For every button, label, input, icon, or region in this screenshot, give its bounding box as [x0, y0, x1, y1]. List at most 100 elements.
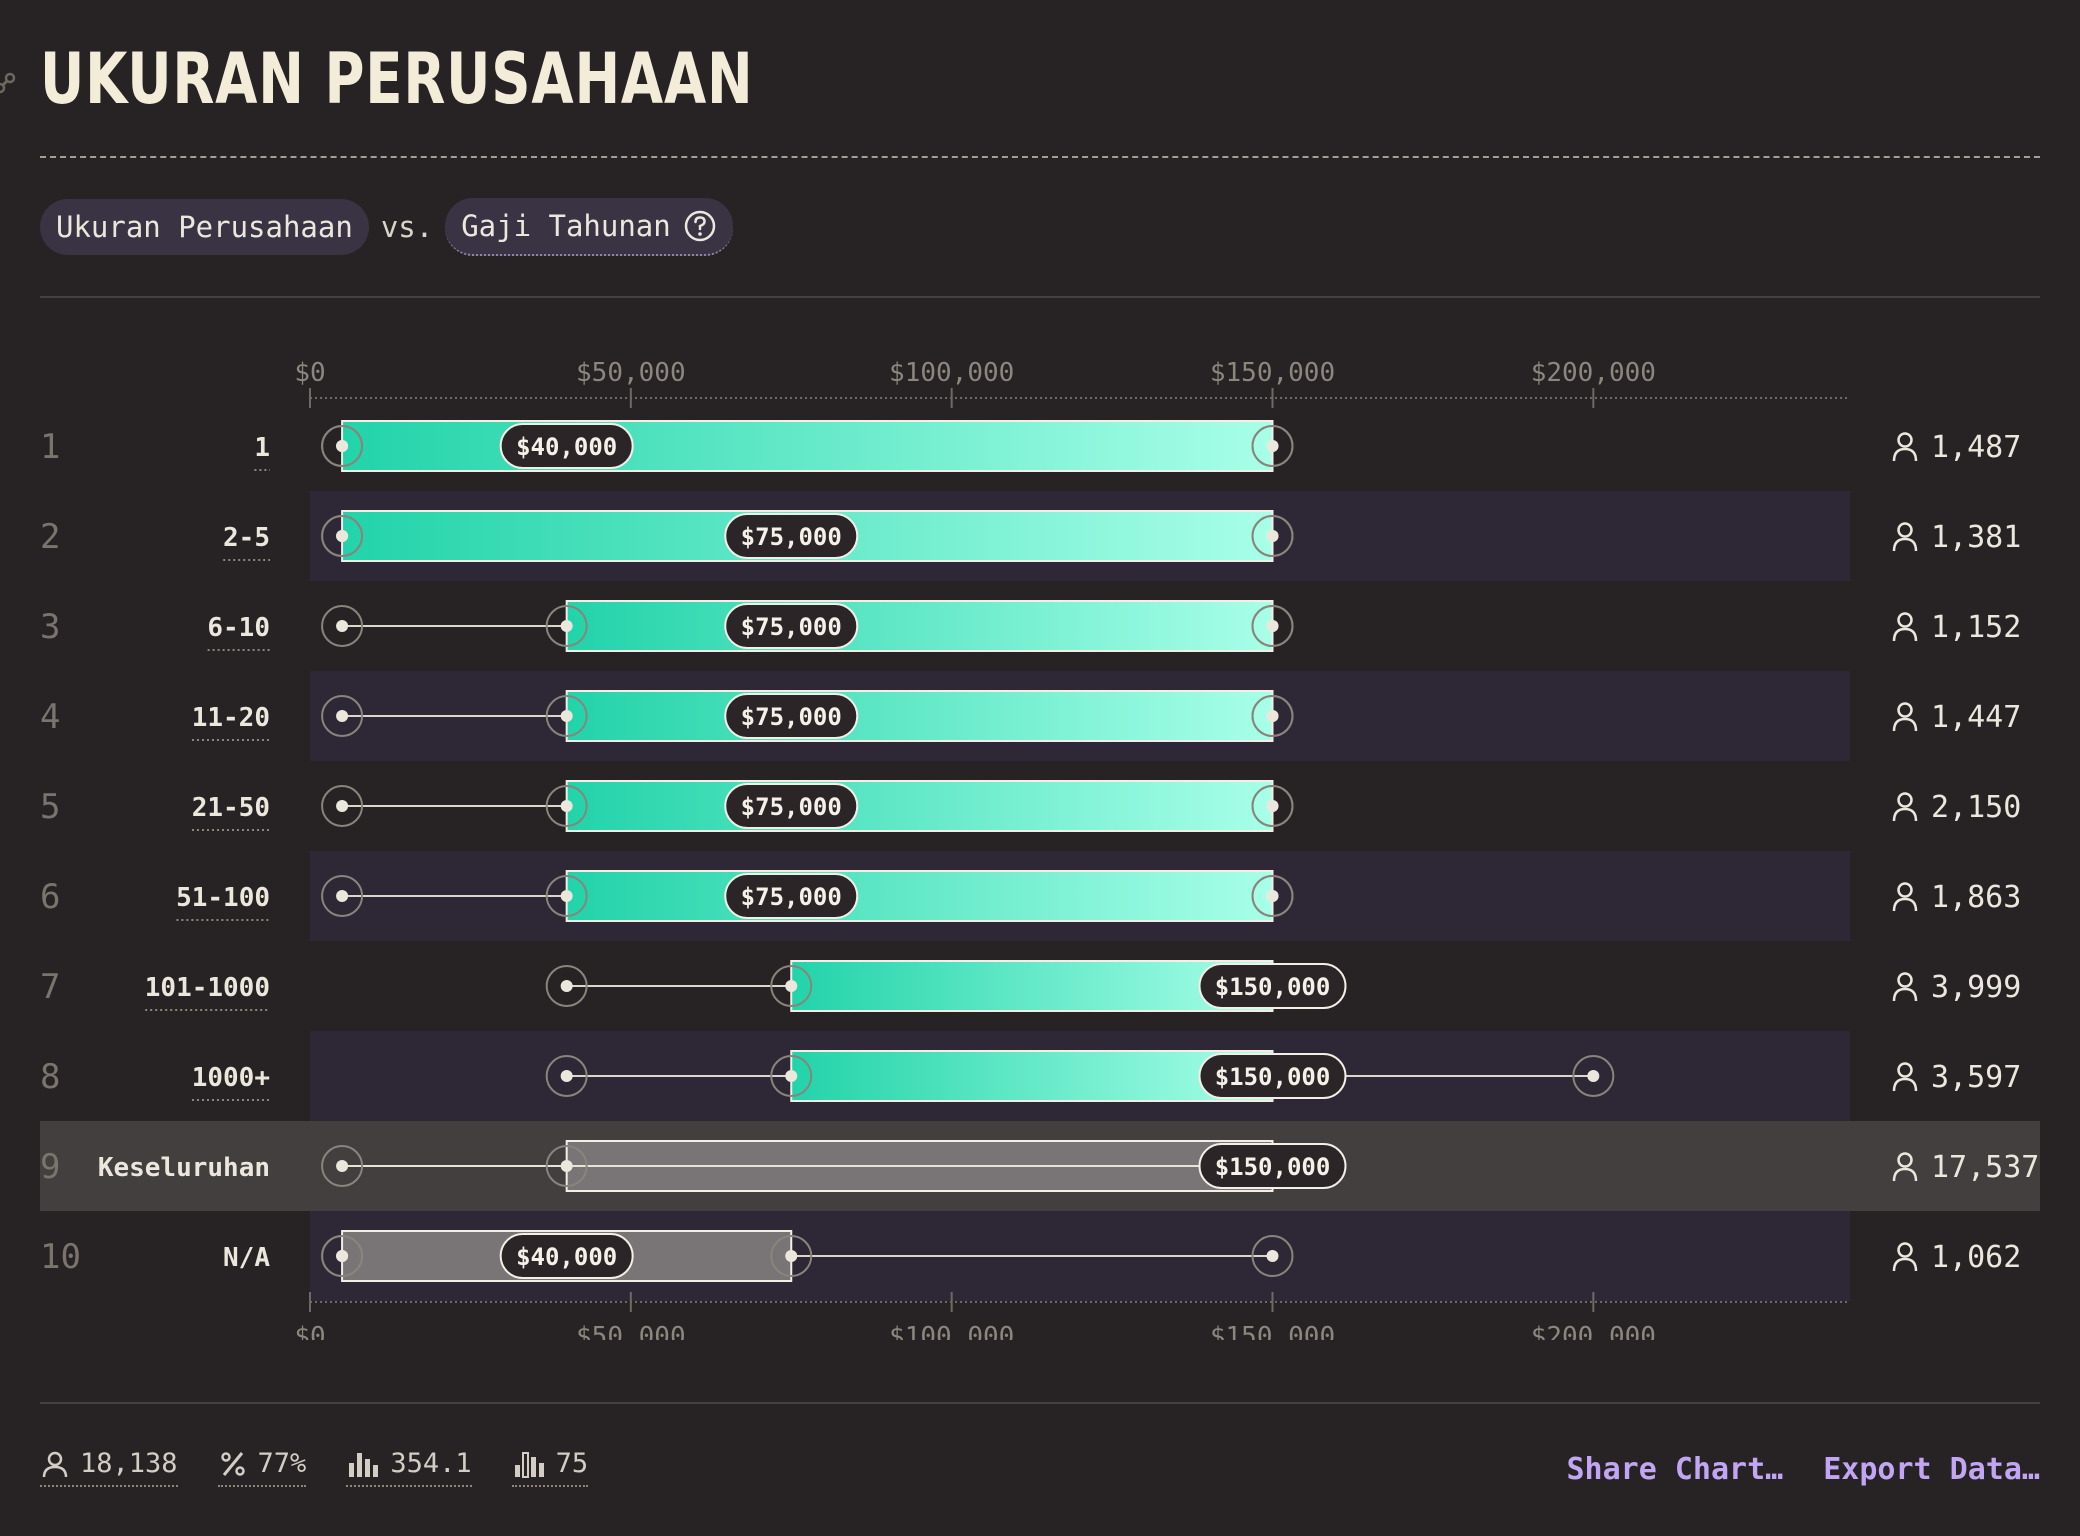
row-label: Keseluruhan: [98, 1153, 270, 1183]
quartile-dot: [336, 440, 349, 452]
chart-row-7: 7 101-1000 $150,000 3,999: [40, 960, 2021, 1012]
person-icon-body: [1892, 717, 1918, 732]
mean-value: 354.1: [390, 1448, 472, 1479]
person-icon-head: [1897, 1242, 1913, 1258]
row-rank: 5: [40, 787, 60, 827]
chart-controls: Ukuran Perusahaan vs. Gaji Tahunan: [40, 198, 733, 256]
respondents-stat[interactable]: 18,138: [40, 1448, 178, 1487]
row-label: 11-20: [192, 703, 270, 733]
person-icon-body: [1892, 987, 1918, 1002]
row-label: 1: [254, 433, 270, 463]
person-icon-head: [1897, 522, 1913, 538]
quartile-dot: [1266, 800, 1279, 812]
person-icon: [1892, 702, 1918, 732]
bar-chart-icon: [349, 1452, 379, 1477]
row-count: 1,381: [1931, 520, 2021, 555]
help-icon[interactable]: [683, 209, 717, 243]
row-label: 21-50: [192, 793, 270, 823]
chart-row-1: 1 1 $40,000 1,487: [40, 420, 2021, 472]
median-label: $150,000: [1215, 973, 1331, 1001]
median-label: $75,000: [741, 793, 842, 821]
metric-pill-label: Gaji Tahunan: [461, 209, 671, 243]
row-count: 1,062: [1931, 1240, 2021, 1275]
quartile-dot: [1266, 530, 1279, 542]
mean-stat[interactable]: 354.1: [346, 1448, 472, 1487]
person-icon-head: [1897, 702, 1913, 718]
person-icon-body: [1892, 447, 1918, 462]
median-label: $75,000: [741, 703, 842, 731]
person-icon-body: [1892, 1257, 1918, 1272]
vs-label: vs.: [380, 210, 434, 244]
median-stat[interactable]: 75: [511, 1448, 589, 1487]
share-chart-button[interactable]: Share Chart…: [1567, 1452, 1784, 1487]
person-icon-head: [1897, 972, 1913, 988]
iqr-box: [565, 600, 1274, 652]
median-label: $75,000: [741, 883, 842, 911]
quartile-dot: [336, 890, 349, 902]
quartile-dot: [785, 1250, 798, 1262]
controls-divider: [40, 296, 2040, 298]
quartile-dot: [1266, 620, 1279, 632]
row-label: N/A: [223, 1243, 270, 1273]
person-icon-head: [1897, 792, 1913, 808]
percent-icon: [220, 1451, 245, 1476]
quartile-dot: [336, 710, 349, 722]
row-label: 51-100: [176, 883, 270, 913]
export-data-button[interactable]: Export Data…: [1823, 1452, 2040, 1487]
person-icon: [1892, 972, 1918, 1002]
person-icon-body: [1892, 897, 1918, 912]
iqr-box: [565, 870, 1274, 922]
row-rank: 4: [40, 697, 60, 737]
top-tick-label: $0: [294, 358, 325, 388]
quartile-dot: [560, 620, 573, 632]
person-icon: [1892, 1062, 1918, 1092]
row-count: 3,999: [1931, 970, 2021, 1005]
quartile-dot: [560, 1070, 573, 1082]
row-rank: 3: [40, 607, 60, 647]
quartile-dot: [1266, 710, 1279, 722]
top-tick-label: $50,000: [576, 358, 686, 388]
quartile-dot: [785, 1070, 798, 1082]
quartile-dot: [336, 530, 349, 542]
percent-value: 77%: [257, 1448, 307, 1479]
row-count: 1,447: [1931, 700, 2021, 735]
median-value: 75: [555, 1448, 589, 1479]
row-label: 6-10: [207, 613, 270, 643]
footer-divider: [40, 1402, 2040, 1404]
quartile-dot: [336, 620, 349, 632]
iqr-box: [565, 780, 1274, 832]
quartile-dot: [336, 1250, 349, 1262]
bottom-tick-label: $150,000: [1210, 1322, 1335, 1340]
chart-row-5: 5 21-50 $75,000 2,150: [40, 780, 2021, 832]
person-icon-body: [1892, 627, 1918, 642]
row-label: 101-1000: [145, 973, 270, 1003]
metric-pill[interactable]: Gaji Tahunan: [445, 198, 733, 256]
median-label: $75,000: [741, 613, 842, 641]
person-icon-body: [1892, 807, 1918, 822]
respondents-value: 18,138: [80, 1448, 178, 1479]
percent-stat[interactable]: 77%: [217, 1448, 307, 1487]
quartile-dot: [560, 980, 573, 992]
median-label: $150,000: [1215, 1063, 1331, 1091]
salary-box-chart: $0 $50,000 $100,000 $150,000 $200,000 $0 $50,0…: [40, 358, 2040, 1340]
row-count: 1,152: [1931, 610, 2021, 645]
person-icon: [1892, 792, 1918, 822]
row-count: 1,487: [1931, 430, 2021, 465]
median-bars-icon: [514, 1451, 544, 1478]
chart-row-3: 3 6-10 $75,000 1,152: [40, 600, 2021, 652]
row-count: 2,150: [1931, 790, 2021, 825]
link-icon[interactable]: [0, 72, 16, 94]
dimension-pill[interactable]: Ukuran Perusahaan: [40, 199, 369, 255]
quartile-dot: [336, 1160, 349, 1172]
row-rank: 6: [40, 877, 60, 917]
top-tick-label: $150,000: [1210, 358, 1335, 388]
person-icon: [1892, 1242, 1918, 1272]
quartile-dot: [560, 1160, 573, 1172]
title-divider: [40, 156, 2040, 158]
iqr-box: [341, 420, 1274, 472]
quartile-dot: [560, 710, 573, 722]
row-label: 2-5: [223, 523, 270, 553]
quartile-dot: [560, 890, 573, 902]
row-rank: 10: [40, 1237, 81, 1277]
iqr-box: [565, 690, 1274, 742]
